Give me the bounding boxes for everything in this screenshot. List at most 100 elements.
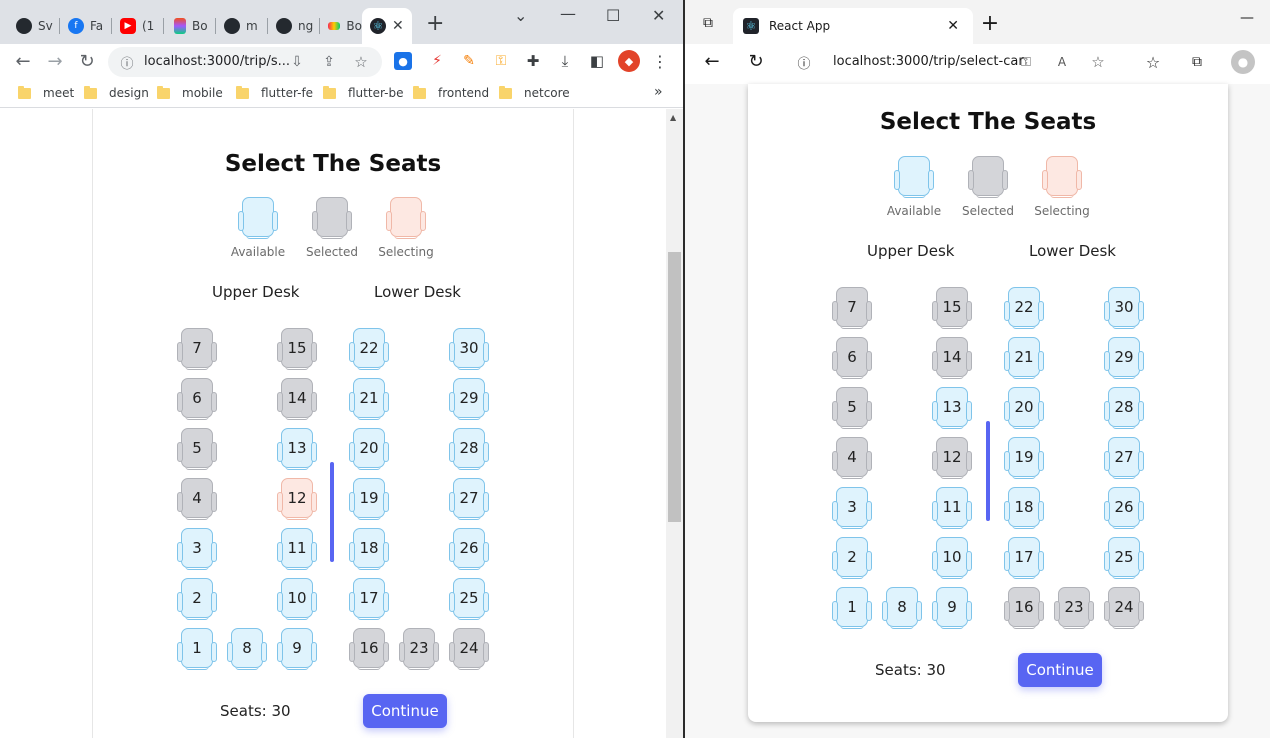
scrollbar-thumb[interactable] — [668, 252, 681, 522]
add-favorite-icon[interactable]: ☆ — [1089, 53, 1107, 71]
favorites-icon[interactable]: ☆ — [1143, 52, 1163, 72]
seat[interactable]: 26 — [449, 528, 489, 570]
share-icon[interactable]: ⇪ — [320, 53, 338, 71]
seat[interactable]: 5 — [177, 428, 217, 470]
tab-3[interactable]: Bo — [164, 8, 216, 44]
scrollbar[interactable]: ▲ — [666, 109, 683, 738]
extensions-puzzle-icon[interactable]: ✚ — [524, 52, 542, 70]
seat[interactable]: 6 — [177, 378, 217, 420]
forward-icon[interactable]: → — [44, 50, 66, 72]
extension-key-icon[interactable]: ⚿ — [492, 52, 510, 70]
seat[interactable]: 4 — [177, 478, 217, 520]
seat[interactable]: 3 — [177, 528, 217, 570]
close-window-icon[interactable]: ✕ — [652, 6, 665, 25]
bookmarks-overflow-icon[interactable]: » — [654, 84, 663, 100]
seat[interactable]: 4 — [832, 437, 872, 479]
back-icon[interactable]: ← — [701, 50, 723, 72]
new-tab-button[interactable]: + — [426, 12, 444, 36]
tab-actions-icon[interactable]: ⧉ — [699, 14, 717, 32]
seat[interactable]: 12 — [932, 437, 972, 479]
continue-button[interactable]: Continue — [363, 694, 447, 728]
seat[interactable]: 19 — [349, 478, 389, 520]
menu-kebab-icon[interactable]: ⋮ — [650, 50, 670, 72]
seat[interactable]: 30 — [449, 328, 489, 370]
seat[interactable]: 23 — [1054, 587, 1094, 629]
tab-5[interactable]: ng — [268, 8, 320, 44]
seat[interactable]: 13 — [277, 428, 317, 470]
seat[interactable]: 9 — [277, 628, 317, 670]
seat[interactable]: 10 — [277, 578, 317, 620]
seat[interactable]: 28 — [449, 428, 489, 470]
minimize-icon[interactable]: — — [560, 4, 576, 23]
seat[interactable]: 7 — [832, 287, 872, 329]
seat[interactable]: 21 — [349, 378, 389, 420]
seat[interactable]: 24 — [1104, 587, 1144, 629]
bookmark-item[interactable]: design — [84, 85, 149, 100]
seat[interactable]: 15 — [932, 287, 972, 329]
seat[interactable]: 28 — [1104, 387, 1144, 429]
seat[interactable]: 18 — [349, 528, 389, 570]
seat[interactable]: 1 — [177, 628, 217, 670]
close-tab-icon[interactable]: ✕ — [392, 18, 404, 34]
extension-picker-icon[interactable]: ✎ — [460, 52, 478, 70]
site-info-icon[interactable]: ⓘ — [118, 53, 136, 72]
tab-active[interactable]: ⚛ React App ✕ — [733, 8, 973, 44]
reload-icon[interactable]: ↻ — [76, 50, 98, 72]
site-info-icon[interactable]: ⓘ — [795, 53, 813, 72]
seat[interactable]: 27 — [1104, 437, 1144, 479]
seat[interactable]: 22 — [1004, 287, 1044, 329]
tab-2[interactable]: ▶ (1 — [112, 8, 164, 44]
bookmark-item[interactable]: meet — [18, 85, 74, 100]
address-bar[interactable]: ⓘ localhost:3000/trip/select-car ⚿ A ☆ — [785, 47, 1125, 77]
tab-active[interactable]: ⚛ ✕ — [362, 8, 412, 44]
side-panel-icon[interactable]: ◧ — [588, 52, 606, 70]
tab-0[interactable]: Sv — [8, 8, 60, 44]
seat[interactable]: 15 — [277, 328, 317, 370]
collections-icon[interactable]: ⧉ — [1187, 52, 1207, 72]
seat[interactable]: 21 — [1004, 337, 1044, 379]
seat[interactable]: 5 — [832, 387, 872, 429]
seat[interactable]: 8 — [882, 587, 922, 629]
seat[interactable]: 29 — [449, 378, 489, 420]
seat[interactable]: 9 — [932, 587, 972, 629]
seat[interactable]: 24 — [449, 628, 489, 670]
extension-drop-icon[interactable]: ● — [394, 52, 412, 70]
tab-search-icon[interactable]: ⌄ — [514, 6, 527, 25]
seat[interactable]: 27 — [449, 478, 489, 520]
scroll-up-icon[interactable]: ▲ — [670, 113, 676, 122]
seat[interactable]: 25 — [449, 578, 489, 620]
address-bar[interactable]: ⓘ localhost:3000/trip/s... ⇩ ⇪ ☆ — [108, 47, 382, 77]
profile-avatar[interactable]: ◆ — [618, 50, 640, 72]
seat[interactable]: 26 — [1104, 487, 1144, 529]
seat[interactable]: 30 — [1104, 287, 1144, 329]
seat[interactable]: 2 — [177, 578, 217, 620]
bookmark-item[interactable]: flutter-be — [323, 85, 403, 100]
bookmark-item[interactable]: flutter-fe — [236, 85, 313, 100]
seat[interactable]: 17 — [1004, 537, 1044, 579]
read-aloud-icon[interactable]: A — [1053, 53, 1071, 71]
install-icon[interactable]: ⇩ — [288, 53, 306, 71]
seat[interactable]: 25 — [1104, 537, 1144, 579]
continue-button[interactable]: Continue — [1018, 653, 1102, 687]
tab-1[interactable]: f Fa — [60, 8, 112, 44]
seat[interactable]: 11 — [932, 487, 972, 529]
profile-avatar[interactable]: ● — [1231, 50, 1255, 74]
bookmark-item[interactable]: netcore — [499, 85, 570, 100]
bookmark-item[interactable]: mobile — [157, 85, 223, 100]
seat[interactable]: 10 — [932, 537, 972, 579]
bookmark-item[interactable]: frontend — [413, 85, 489, 100]
extension-lightning-icon[interactable]: ⚡ — [428, 52, 446, 70]
new-tab-button[interactable]: + — [979, 11, 1001, 36]
back-icon[interactable]: ← — [12, 50, 34, 72]
minimize-icon[interactable]: — — [1237, 8, 1257, 28]
bookmark-star-icon[interactable]: ☆ — [352, 53, 370, 71]
seat[interactable]: 16 — [1004, 587, 1044, 629]
seat[interactable]: 14 — [932, 337, 972, 379]
tab-4[interactable]: m — [216, 8, 268, 44]
seat[interactable]: 20 — [349, 428, 389, 470]
seat[interactable]: 19 — [1004, 437, 1044, 479]
tab-6[interactable]: Bo — [320, 8, 362, 44]
key-icon[interactable]: ⚿ — [1017, 53, 1035, 71]
maximize-icon[interactable]: ☐ — [606, 6, 620, 25]
seat[interactable]: 12 — [277, 478, 317, 520]
